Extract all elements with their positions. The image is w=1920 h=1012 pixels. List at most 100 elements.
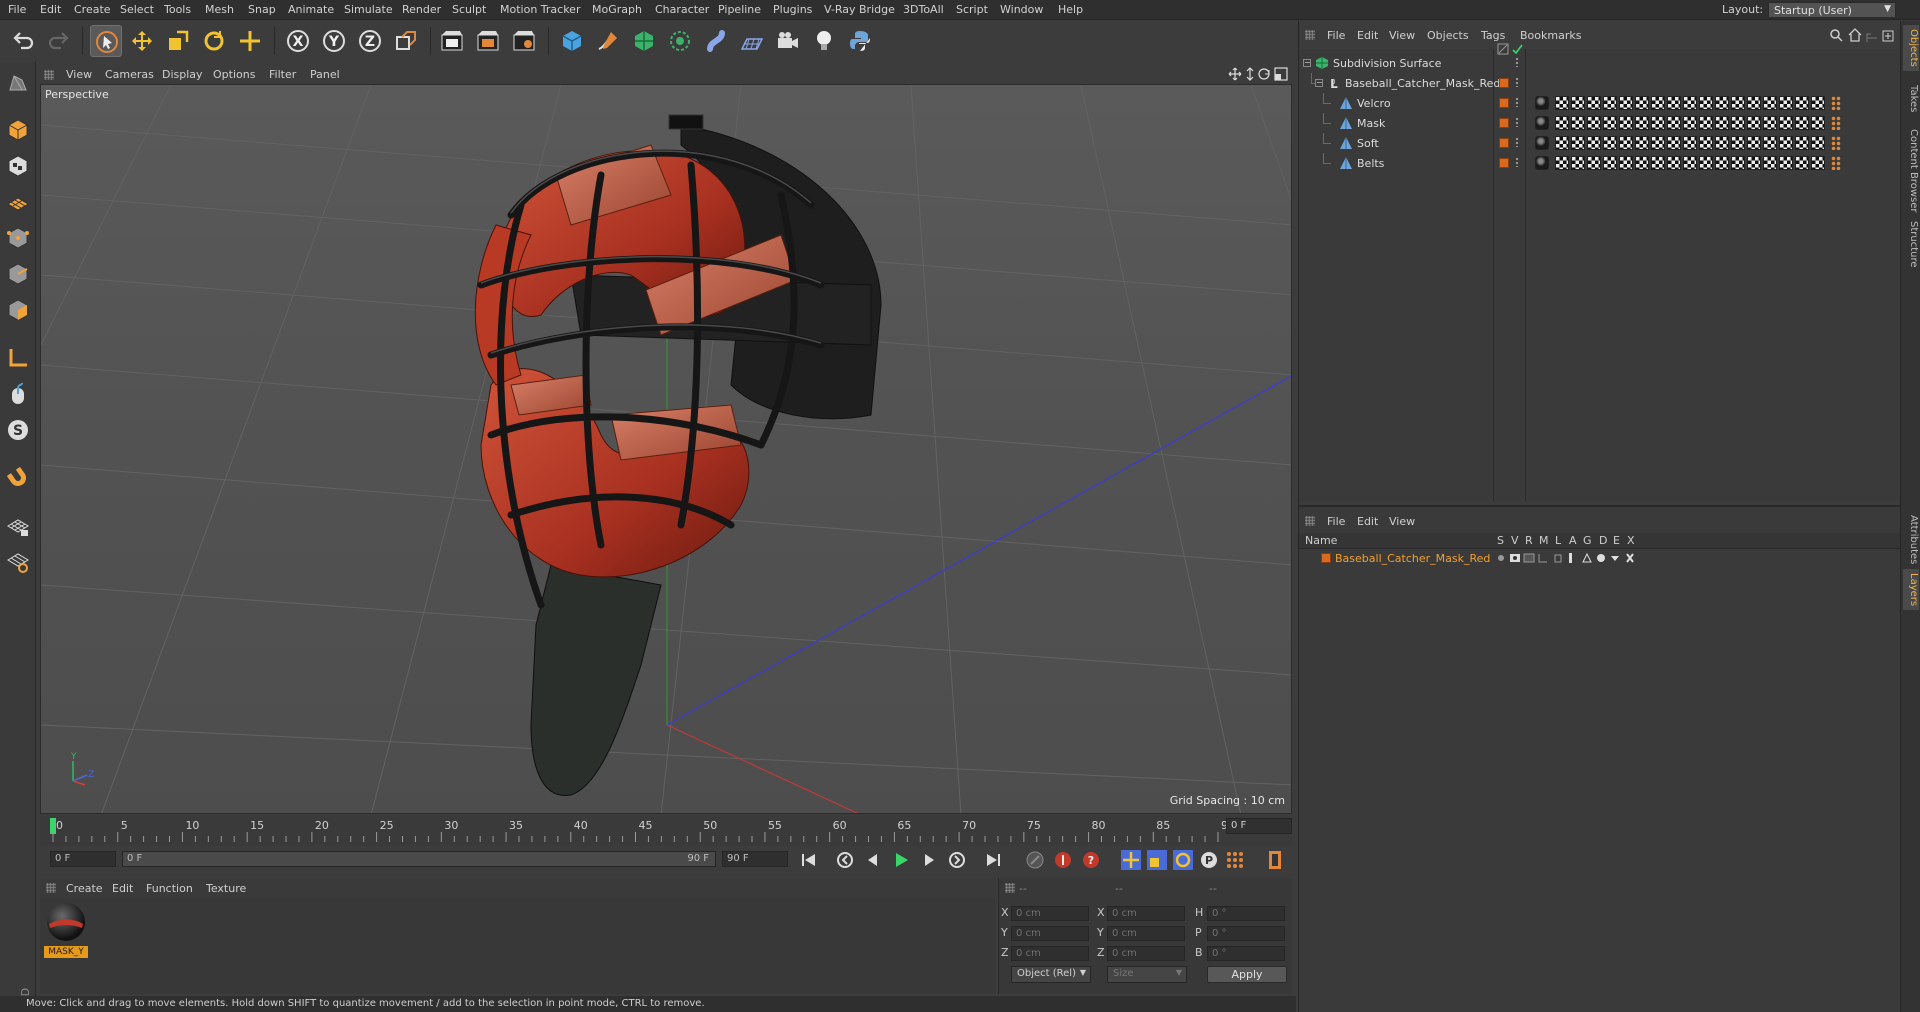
texture-tag-icon[interactable]	[1715, 136, 1729, 150]
texture-tag-icon[interactable]	[1571, 96, 1585, 110]
key-scale-button[interactable]	[1144, 847, 1170, 873]
y-axis-lock-button[interactable]: Y	[318, 25, 350, 57]
z-axis-lock-button[interactable]: Z	[354, 25, 386, 57]
next-frame-button[interactable]	[916, 847, 942, 873]
prev-frame-button[interactable]	[860, 847, 886, 873]
texture-tag-icon[interactable]	[1699, 116, 1713, 130]
viewport-perspective[interactable]: Perspective Grid Spacing : 10 cm Y Z	[40, 84, 1292, 814]
texture-tag-icon[interactable]	[1651, 96, 1665, 110]
selection-tag-icon[interactable]	[1831, 136, 1841, 150]
texture-tag-icon[interactable]	[1683, 116, 1697, 130]
rotation-p-field[interactable]: 0 °	[1207, 926, 1285, 941]
texture-tag-icon[interactable]	[1779, 96, 1793, 110]
texture-tag-icon[interactable]	[1587, 136, 1601, 150]
texture-tag-icon[interactable]	[1811, 156, 1825, 170]
layer-color-swatch[interactable]	[1499, 98, 1509, 108]
expand-toggle-icon[interactable]: −	[1315, 79, 1323, 87]
texture-tag-icon[interactable]	[1635, 156, 1649, 170]
texture-mode-button[interactable]	[2, 150, 34, 182]
layer-color-swatch[interactable]	[1499, 138, 1509, 148]
render-picture-viewer-button[interactable]	[472, 25, 504, 57]
texture-tag-icon[interactable]	[1619, 96, 1633, 110]
texture-tag-icon[interactable]	[1747, 136, 1761, 150]
deformer-button[interactable]	[700, 25, 732, 57]
points-mode-button[interactable]	[2, 222, 34, 254]
viewport-menu-filter[interactable]: Filter	[269, 68, 296, 81]
axis-mode-button[interactable]	[2, 342, 34, 374]
texture-tag-icon[interactable]	[1747, 156, 1761, 170]
tab-objects[interactable]: Objects	[1903, 25, 1919, 71]
material-menu-texture[interactable]: Texture	[206, 882, 246, 895]
menu-render[interactable]: Render	[402, 3, 441, 16]
texture-tag-icon[interactable]	[1779, 156, 1793, 170]
layer-col-deformers[interactable]: D	[1599, 534, 1607, 547]
menu-window[interactable]: Window	[1000, 3, 1043, 16]
texture-tag-icon[interactable]	[1635, 96, 1649, 110]
menu-file[interactable]: File	[8, 3, 26, 16]
timeline-window-button[interactable]	[1262, 847, 1288, 873]
key-rotation-button[interactable]	[1170, 847, 1196, 873]
position-z-field[interactable]: 0 cm	[1011, 946, 1089, 961]
menu-pipeline[interactable]: Pipeline	[718, 3, 761, 16]
recent-tool-button[interactable]	[234, 25, 266, 57]
object-manager-tools-icons[interactable]	[1829, 28, 1897, 42]
texture-tag-icon[interactable]	[1667, 156, 1681, 170]
texture-tag-icon[interactable]	[1571, 116, 1585, 130]
light-button[interactable]	[808, 25, 840, 57]
goto-start-button[interactable]	[796, 847, 822, 873]
texture-tag-icon[interactable]	[1683, 96, 1697, 110]
render-view-button[interactable]	[436, 25, 468, 57]
texture-tag-icon[interactable]	[1603, 156, 1617, 170]
texture-tag-icon[interactable]	[1699, 156, 1713, 170]
select-tool-button[interactable]	[90, 25, 122, 57]
make-editable-button[interactable]	[2, 66, 34, 98]
object-row[interactable]: Soft	[1299, 133, 1901, 153]
texture-tag-icon[interactable]	[1683, 156, 1697, 170]
object-name[interactable]: Baseball_Catcher_Mask_Red	[1345, 77, 1500, 90]
texture-tag-icon[interactable]	[1571, 136, 1585, 150]
layer-col-render[interactable]: R	[1525, 534, 1533, 547]
menu-vray-bridge[interactable]: V-Ray Bridge	[824, 3, 895, 16]
texture-tag-icon[interactable]	[1811, 136, 1825, 150]
texture-tag-icon[interactable]	[1587, 156, 1601, 170]
texture-tag-icon[interactable]	[1779, 136, 1793, 150]
texture-tag-icon[interactable]	[1715, 96, 1729, 110]
key-parameter-button[interactable]: P	[1196, 847, 1222, 873]
texture-tag-icon[interactable]	[1555, 136, 1569, 150]
size-z-field[interactable]: 0 cm	[1107, 946, 1185, 961]
material-tag-icon[interactable]	[1535, 116, 1549, 130]
object-name[interactable]: Mask	[1357, 117, 1385, 130]
pen-spline-button[interactable]	[592, 25, 624, 57]
autokey-button[interactable]	[1050, 847, 1076, 873]
undo-button[interactable]	[8, 25, 40, 57]
tweak-mode-button[interactable]	[2, 378, 34, 410]
key-position-button[interactable]	[1118, 847, 1144, 873]
object-menu-file[interactable]: File	[1327, 29, 1345, 42]
goto-end-button[interactable]	[980, 847, 1006, 873]
edges-mode-button[interactable]	[2, 258, 34, 290]
menu-script[interactable]: Script	[956, 3, 988, 16]
tab-attributes[interactable]: Attributes	[1903, 511, 1919, 568]
object-row[interactable]: Belts	[1299, 153, 1901, 173]
material-tag-icon[interactable]	[1535, 96, 1549, 110]
texture-tag-icon[interactable]	[1603, 96, 1617, 110]
texture-tag-icon[interactable]	[1699, 96, 1713, 110]
size-x-field[interactable]: 0 cm	[1107, 906, 1185, 921]
menu-plugins[interactable]: Plugins	[773, 3, 812, 16]
frame-range-slider[interactable]: 0 F 90 F	[122, 851, 716, 867]
rotation-h-field[interactable]: 0 °	[1207, 906, 1285, 921]
menu-motion-tracker[interactable]: Motion Tracker	[500, 3, 580, 16]
expand-toggle-icon[interactable]: −	[1303, 59, 1311, 67]
layer-name[interactable]: Baseball_Catcher_Mask_Red	[1335, 552, 1490, 565]
rotation-b-field[interactable]: 0 °	[1207, 946, 1285, 961]
texture-tag-icon[interactable]	[1587, 116, 1601, 130]
texture-tag-icon[interactable]	[1587, 96, 1601, 110]
layer-color-swatch[interactable]	[1499, 78, 1509, 88]
menu-3dtoall[interactable]: 3DToAll	[903, 3, 944, 16]
prev-key-button[interactable]	[832, 847, 858, 873]
end-frame-field[interactable]: 90 F	[722, 851, 788, 867]
texture-tag-icon[interactable]	[1651, 136, 1665, 150]
texture-tag-icon[interactable]	[1811, 116, 1825, 130]
x-axis-lock-button[interactable]: X	[282, 25, 314, 57]
object-menu-edit[interactable]: Edit	[1357, 29, 1378, 42]
